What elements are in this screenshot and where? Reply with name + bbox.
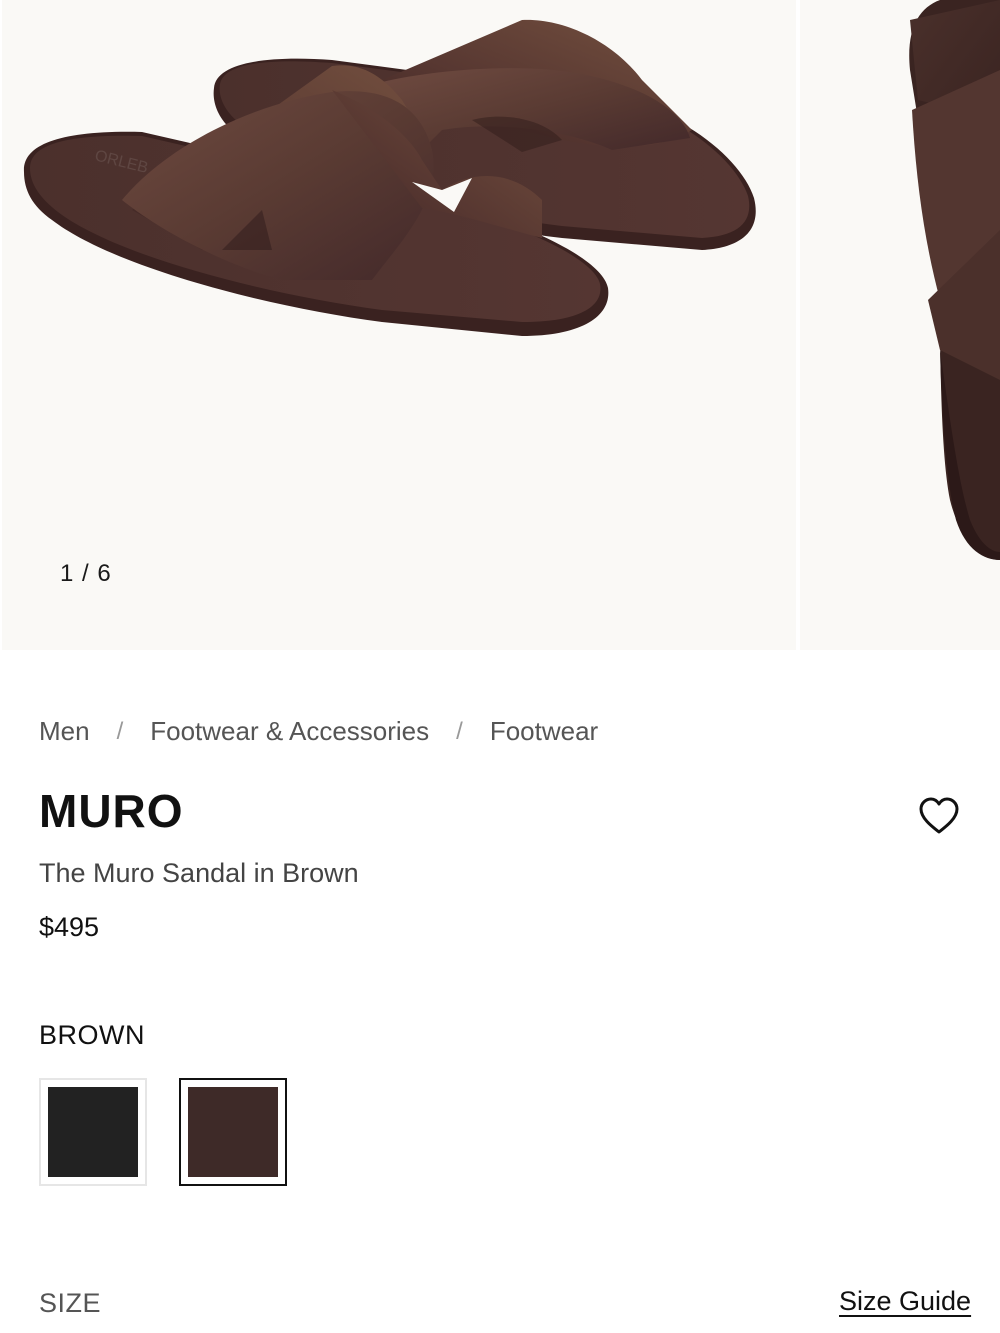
product-subtitle: The Muro Sandal in Brown: [39, 858, 359, 888]
wishlist-button[interactable]: [916, 794, 962, 838]
product-image-main[interactable]: ORLEB 1 / 6: [2, 0, 796, 650]
color-swatch-black-chip: [48, 1087, 138, 1177]
breadcrumb-men[interactable]: Men: [39, 716, 90, 747]
product-name: MURO: [39, 785, 184, 837]
selected-color-label: BROWN: [39, 1020, 145, 1050]
breadcrumb-separator: /: [116, 717, 124, 745]
sandal-closeup-illustration: [909, 0, 1000, 560]
image-counter: 1 / 6: [60, 560, 112, 587]
size-label: SIZE: [39, 1288, 102, 1318]
breadcrumb-separator: /: [456, 717, 463, 745]
sandal-pair-illustration: ORLEB: [23, 19, 756, 336]
color-swatch-black[interactable]: [39, 1078, 147, 1186]
heart-outline-icon: [919, 797, 959, 834]
color-swatch-brown[interactable]: [179, 1078, 287, 1186]
product-page: ORLEB 1 / 6 Men / Footwear & Accessories…: [0, 0, 1000, 1333]
product-image-next-preview[interactable]: [800, 0, 1000, 650]
product-price: $495: [39, 912, 100, 942]
color-swatch-brown-chip: [188, 1087, 278, 1177]
breadcrumb-footwear[interactable]: Footwear: [490, 716, 598, 747]
product-image-gallery[interactable]: ORLEB 1 / 6: [0, 0, 1000, 652]
breadcrumb: Men / Footwear & Accessories / Footwear: [39, 716, 598, 747]
size-guide-link[interactable]: Size Guide: [839, 1286, 971, 1317]
breadcrumb-footwear-accessories[interactable]: Footwear & Accessories: [150, 716, 429, 747]
